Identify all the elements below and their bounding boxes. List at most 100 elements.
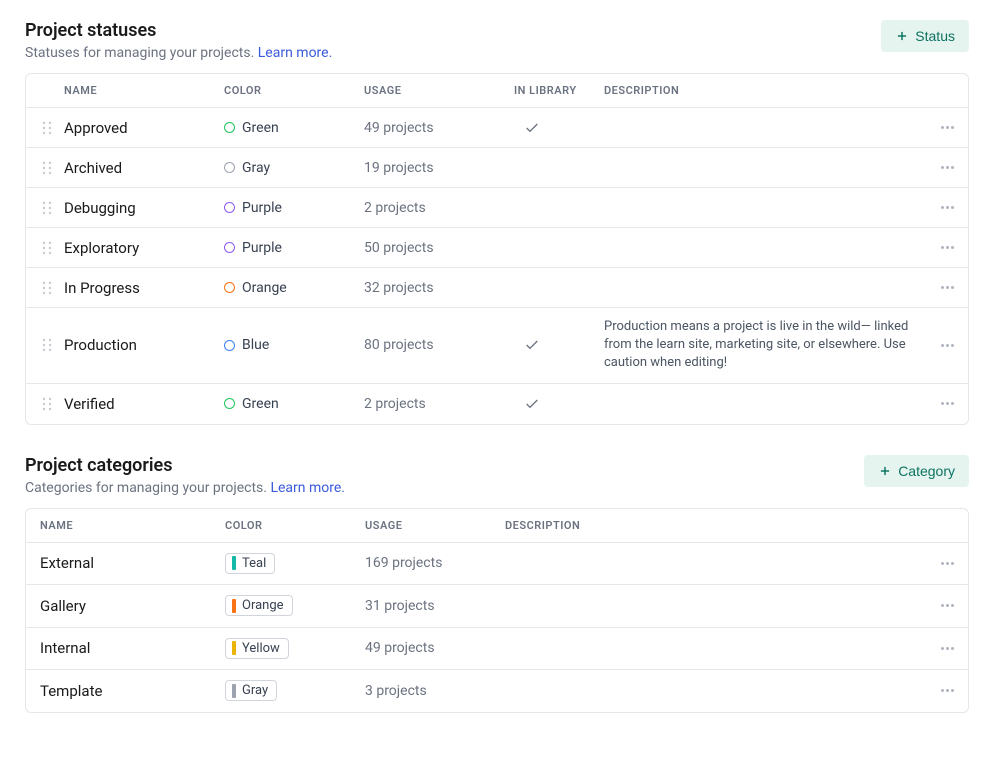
drag-handle-icon[interactable] <box>40 161 54 175</box>
table-row: DebuggingPurple2 projects <box>26 188 968 228</box>
status-color: Gray <box>224 160 364 176</box>
category-color: Teal <box>225 553 365 575</box>
row-actions-button[interactable] <box>924 647 954 650</box>
table-row: Gallery Orange 31 projects <box>26 585 968 628</box>
statuses-section: Project statuses Statuses for managing y… <box>25 20 969 425</box>
color-label: Yellow <box>242 641 280 656</box>
color-swatch-icon <box>224 122 235 133</box>
statuses-learn-more-link[interactable]: Learn more. <box>258 45 333 61</box>
status-color: Green <box>224 120 364 136</box>
row-actions-button[interactable] <box>924 562 954 565</box>
col-color: Color <box>224 84 364 97</box>
categories-table: Name Color Usage Description External Tea… <box>25 508 969 713</box>
status-name: Approved <box>64 119 224 137</box>
col-name: Name <box>40 519 225 532</box>
drag-handle-icon[interactable] <box>40 121 54 135</box>
status-usage: 50 projects <box>364 240 514 256</box>
status-usage: 49 projects <box>364 120 514 136</box>
col-usage: Usage <box>364 84 514 97</box>
row-actions-button[interactable] <box>924 604 954 607</box>
color-label: Purple <box>242 200 282 216</box>
categories-header: Project categories Categories for managi… <box>25 455 969 496</box>
plus-icon <box>895 29 909 43</box>
status-name: Production <box>64 336 224 354</box>
status-usage: 2 projects <box>364 396 514 412</box>
category-color: Yellow <box>225 638 365 660</box>
color-swatch-icon <box>224 202 235 213</box>
color-chip[interactable]: Teal <box>225 553 275 574</box>
color-label: Blue <box>242 337 269 353</box>
color-bar-icon <box>232 684 236 698</box>
category-usage: 169 projects <box>365 555 505 571</box>
drag-handle-icon[interactable] <box>40 397 54 411</box>
color-chip[interactable]: Yellow <box>225 638 289 659</box>
table-row: ApprovedGreen49 projects <box>26 108 968 148</box>
row-actions-button[interactable] <box>924 402 954 405</box>
category-usage: 3 projects <box>365 683 505 699</box>
table-row: TemplateGray3 projects <box>26 670 968 712</box>
row-actions-button[interactable] <box>924 286 954 289</box>
col-color: Color <box>225 519 365 532</box>
drag-handle-icon[interactable] <box>40 281 54 295</box>
more-horizontal-icon <box>941 689 954 692</box>
add-status-button[interactable]: Status <box>881 20 969 52</box>
more-horizontal-icon <box>941 206 954 209</box>
row-actions-button[interactable] <box>924 166 954 169</box>
status-usage: 80 projects <box>364 337 514 353</box>
color-label: Orange <box>242 280 287 296</box>
categories-heading-block: Project categories Categories for managi… <box>25 455 345 496</box>
categories-table-head: Name Color Usage Description <box>26 509 968 543</box>
more-horizontal-icon <box>941 126 954 129</box>
status-color: Blue <box>224 337 364 353</box>
more-horizontal-icon <box>941 402 954 405</box>
status-name: Exploratory <box>64 239 224 257</box>
row-actions-button[interactable] <box>924 206 954 209</box>
more-horizontal-icon <box>941 166 954 169</box>
drag-handle-icon[interactable] <box>40 201 54 215</box>
categories-learn-more-link[interactable]: Learn more. <box>270 480 345 496</box>
check-icon <box>524 396 540 412</box>
status-name: Archived <box>64 159 224 177</box>
col-in-library: In Library <box>514 84 604 97</box>
table-row: Production Blue 80 projects Production mean… <box>26 308 968 384</box>
status-color: Green <box>224 396 364 412</box>
category-name: Gallery <box>40 597 225 615</box>
status-in-library <box>514 396 604 412</box>
statuses-heading-block: Project statuses Statuses for managing y… <box>25 20 332 61</box>
statuses-subtitle: Statuses for managing your projects. Lea… <box>25 45 332 61</box>
color-swatch-icon <box>224 340 235 351</box>
status-name: Debugging <box>64 199 224 217</box>
color-chip[interactable]: Gray <box>225 680 277 701</box>
statuses-table-head: Name Color Usage In Library Description <box>26 74 968 108</box>
table-row: In ProgressOrange32 projects <box>26 268 968 308</box>
row-actions-button[interactable] <box>924 344 954 347</box>
row-actions-button[interactable] <box>924 689 954 692</box>
category-usage: 31 projects <box>365 598 505 614</box>
color-swatch-icon <box>224 162 235 173</box>
col-usage: Usage <box>365 519 505 532</box>
add-category-button[interactable]: Category <box>864 455 969 487</box>
category-color: Orange <box>225 595 365 617</box>
color-label: Green <box>242 396 279 412</box>
category-color: Gray <box>225 680 365 702</box>
table-row: InternalYellow49 projects <box>26 628 968 671</box>
more-horizontal-icon <box>941 647 954 650</box>
drag-handle-icon[interactable] <box>40 338 54 352</box>
categories-subtitle-text: Categories for managing your projects. <box>25 480 270 496</box>
more-horizontal-icon <box>941 246 954 249</box>
category-name: Internal <box>40 639 225 657</box>
more-horizontal-icon <box>941 562 954 565</box>
table-row: External Teal 169 projects <box>26 543 968 586</box>
row-actions-button[interactable] <box>924 246 954 249</box>
color-chip[interactable]: Orange <box>225 595 293 616</box>
drag-handle-icon[interactable] <box>40 241 54 255</box>
categories-subtitle: Categories for managing your projects. L… <box>25 480 345 496</box>
category-name: External <box>40 554 225 572</box>
color-label: Teal <box>242 556 266 571</box>
categories-section: Project categories Categories for managi… <box>25 455 969 713</box>
status-description: Production means a project is live in th… <box>604 318 924 373</box>
status-usage: 19 projects <box>364 160 514 176</box>
row-actions-button[interactable] <box>924 126 954 129</box>
color-label: Orange <box>242 598 284 613</box>
status-color: Purple <box>224 200 364 216</box>
